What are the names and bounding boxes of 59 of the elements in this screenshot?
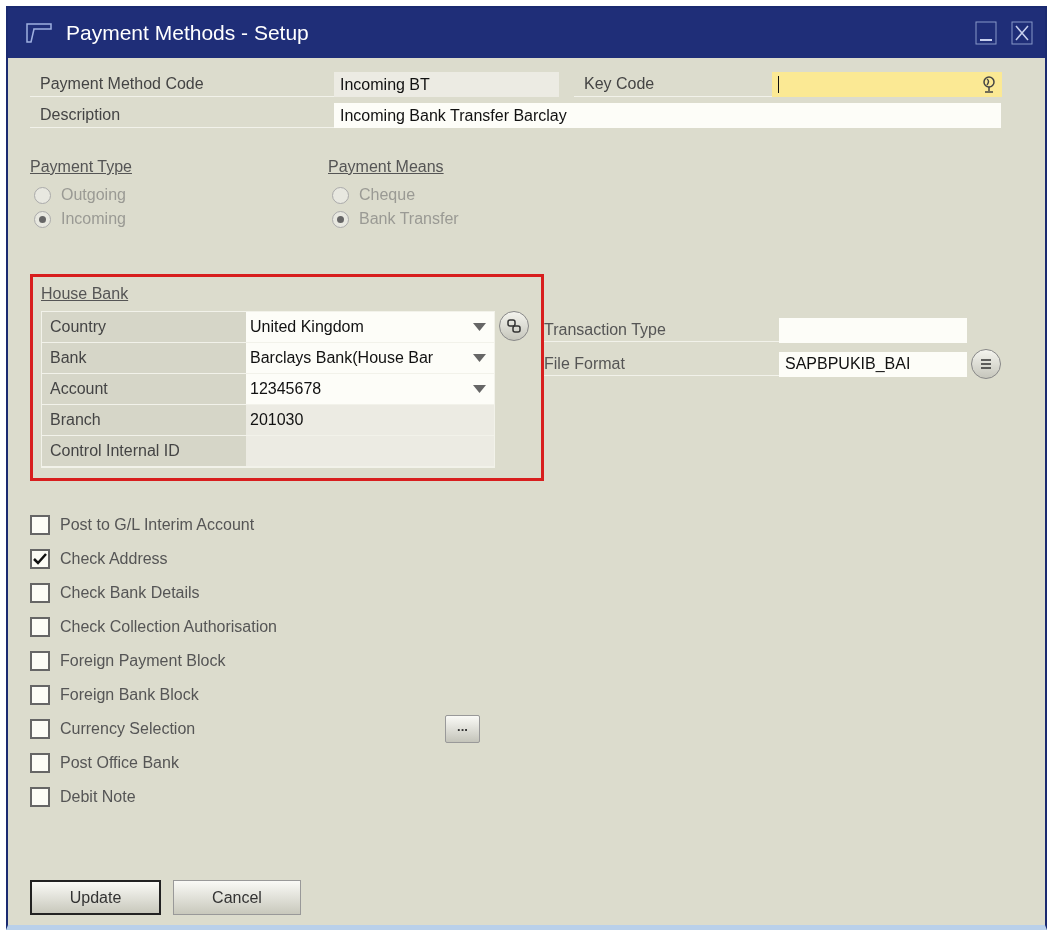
input-field[interactable] xyxy=(779,318,967,343)
checkbox[interactable] xyxy=(30,515,50,535)
minimize-icon[interactable] xyxy=(975,21,997,45)
input-field[interactable]: SAPBPUKIB_BAI xyxy=(779,351,967,377)
input-field[interactable]: Incoming BT xyxy=(334,72,559,97)
checkbox-label: Check Collection Authorisation xyxy=(60,618,278,636)
checkbox[interactable] xyxy=(30,685,50,705)
dropdown-field[interactable]: Barclays Bank(House Bar xyxy=(246,343,494,373)
globe-icon[interactable] xyxy=(982,75,996,94)
field-label: Account xyxy=(42,374,246,404)
checkbox-label: Debit Note xyxy=(60,788,137,806)
checkbox-label: Currency Selection xyxy=(60,720,197,738)
input-field[interactable]: 201030 xyxy=(246,405,494,435)
field-label: Description xyxy=(30,103,334,128)
field-label: Branch xyxy=(42,405,246,435)
checkbox[interactable] xyxy=(30,651,50,671)
checkbox[interactable] xyxy=(30,719,50,739)
group-title: Payment Type xyxy=(30,158,132,176)
dropdown-field[interactable]: United Kingdom xyxy=(246,312,494,342)
dropdown-arrow-icon[interactable] xyxy=(473,323,486,331)
checkbox[interactable] xyxy=(30,787,50,807)
close-icon[interactable] xyxy=(1011,21,1033,45)
list-button[interactable] xyxy=(971,349,1001,379)
field-label: Payment Method Code xyxy=(30,72,334,97)
cancel-button[interactable]: Cancel xyxy=(173,880,301,915)
checkbox-label: Foreign Bank Block xyxy=(60,686,200,704)
group-title: House Bank xyxy=(41,285,129,303)
checkbox-label: Check Address xyxy=(60,550,169,568)
link-button[interactable] xyxy=(499,311,529,341)
checkbox[interactable] xyxy=(30,583,50,603)
radio-label: Outgoing xyxy=(61,186,126,204)
form-icon xyxy=(26,23,52,43)
more-button[interactable]: ... xyxy=(445,715,480,743)
group-title: Payment Means xyxy=(328,158,444,176)
link-icon xyxy=(506,318,522,334)
dropdown-field[interactable]: 12345678 xyxy=(246,374,494,404)
radio-label: Cheque xyxy=(359,186,416,204)
radio-label: Bank Transfer xyxy=(359,210,459,228)
dropdown-arrow-icon[interactable] xyxy=(473,354,486,362)
checkbox[interactable] xyxy=(30,617,50,637)
checkbox[interactable] xyxy=(30,753,50,773)
dropdown-arrow-icon[interactable] xyxy=(473,385,486,393)
window-title: Payment Methods - Setup xyxy=(66,21,310,45)
field-label: Transaction Type xyxy=(544,319,779,342)
field-label: File Format xyxy=(544,352,779,376)
checkbox-label: Check Bank Details xyxy=(60,584,201,602)
field-label: Bank xyxy=(42,343,246,373)
checkbox-label: Post to G/L Interim Account xyxy=(60,516,256,534)
input-field[interactable]: Incoming Bank Transfer Barclay xyxy=(334,103,1001,128)
field-label: Control Internal ID xyxy=(42,436,246,466)
radio-label: Incoming xyxy=(61,210,126,228)
input-field[interactable] xyxy=(772,72,1002,97)
checkbox-label: Foreign Payment Block xyxy=(60,652,227,670)
checkbox-label: Post Office Bank xyxy=(60,754,180,772)
list-icon xyxy=(980,359,992,369)
update-button[interactable]: Update xyxy=(30,880,161,915)
field-label: Country xyxy=(42,312,246,342)
input-field[interactable] xyxy=(246,436,494,466)
checkbox[interactable] xyxy=(30,549,50,569)
